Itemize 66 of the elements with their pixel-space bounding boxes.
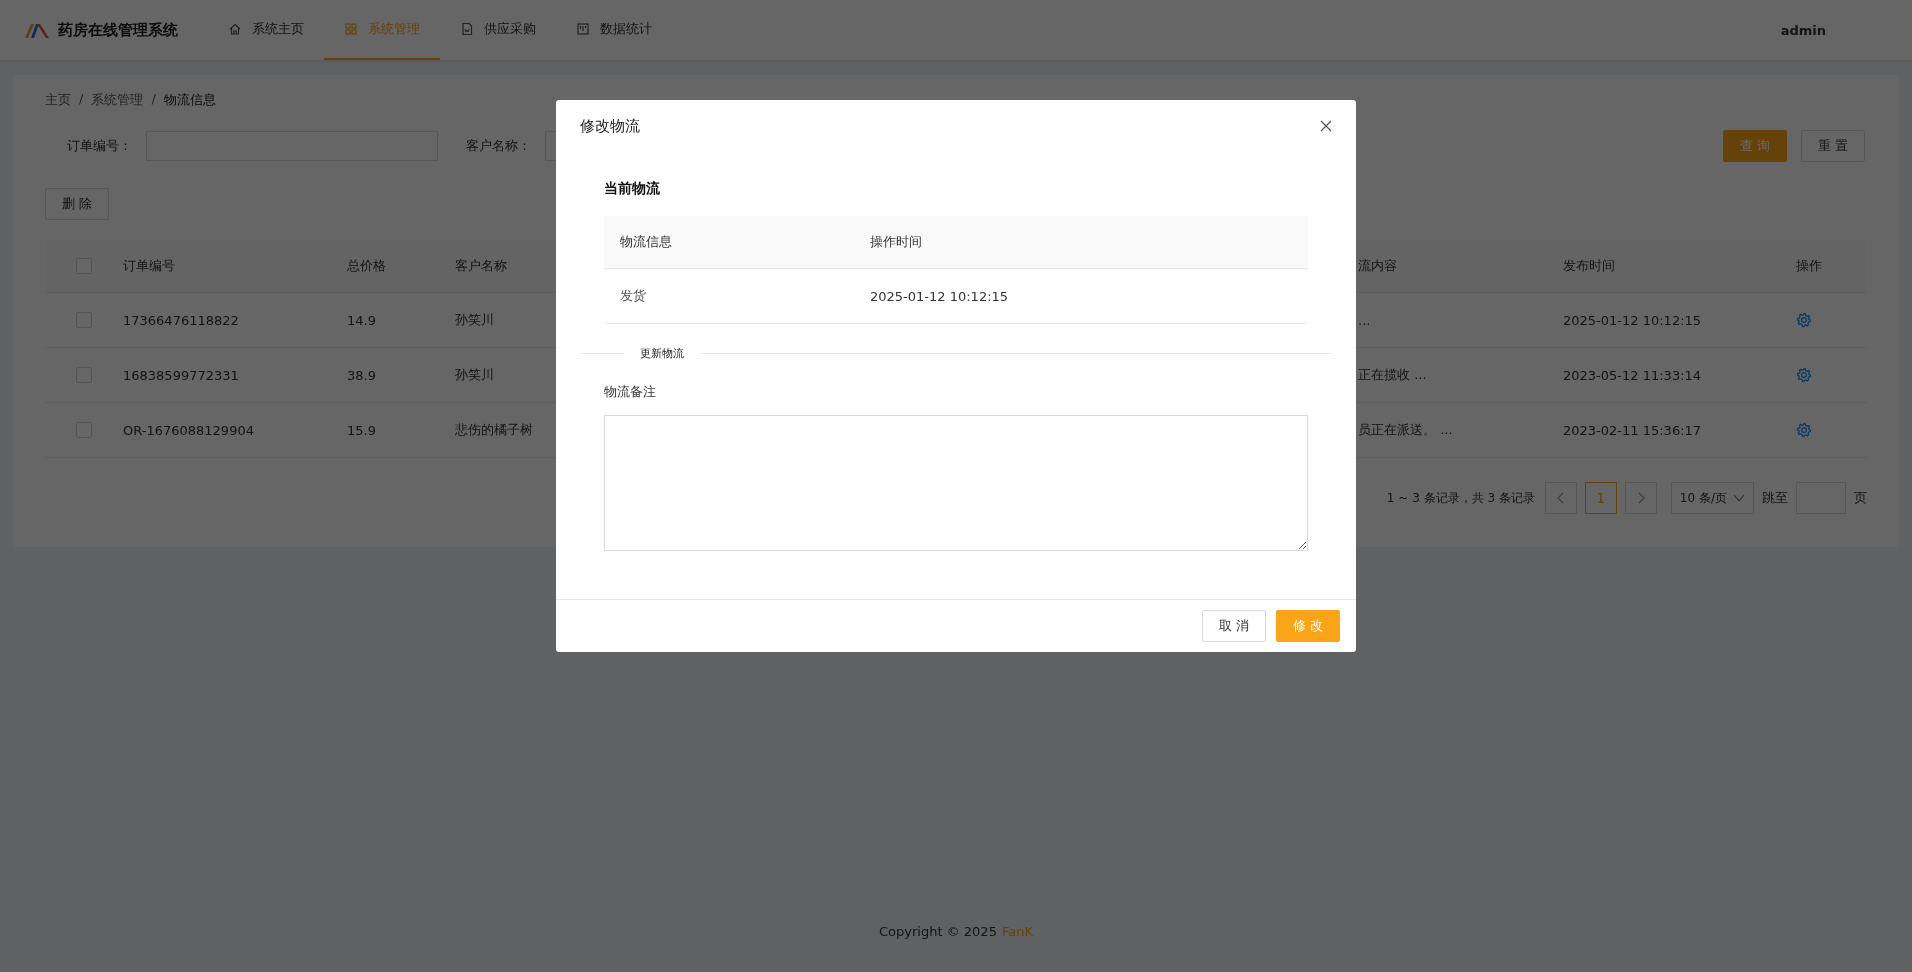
table-cell: 正在揽收 ... — [1358, 367, 1427, 382]
table-cell: 17366476118822 — [123, 312, 239, 328]
nav-tab[interactable]: 系统主页 — [208, 0, 324, 60]
column-header: 物流信息 — [620, 234, 672, 249]
breadcrumb-item[interactable]: 系统管理 — [91, 91, 144, 115]
table-cell: 2023-05-12 11:33:14 — [1563, 367, 1702, 383]
settings-icon — [1796, 422, 1812, 438]
confirm-button[interactable]: 修 改 — [1275, 610, 1340, 642]
cancel-button[interactable]: 取 消 — [1201, 610, 1266, 642]
search-button[interactable]: 查 询 — [1722, 130, 1787, 162]
copyright-text: Copyright © 2025 — [879, 924, 997, 939]
page-size-select[interactable]: 10 条/页 — [1670, 482, 1754, 514]
nav-tab[interactable]: 供应采购 — [440, 0, 556, 60]
section-title: 当前物流 — [604, 180, 661, 198]
document-icon — [460, 22, 474, 36]
next-page-icon — [1624, 482, 1657, 514]
table-cell: 2025-01-12 10:12:15 — [1563, 312, 1702, 328]
table-cell: 发货 — [620, 288, 646, 303]
page-label: 页 — [1854, 489, 1867, 507]
table-cell: 38.9 — [347, 367, 376, 383]
table-cell: 悲伤的橘子树 — [455, 422, 533, 437]
breadcrumb-separator: / — [79, 91, 84, 108]
column-header: 发布时间 — [1563, 258, 1615, 273]
record-summary: 1 ~ 3 条记录，共 3 条记录 — [1386, 489, 1535, 507]
column-header: 总价格 — [347, 258, 386, 273]
column-header: 客户名称 — [455, 258, 507, 273]
column-header: 订单编号 — [123, 258, 175, 273]
divider-label: 更新物流 — [640, 346, 684, 361]
goto-label: 跳至 — [1762, 489, 1788, 507]
table-cell: 16838599772331 — [123, 367, 239, 383]
breadcrumb-item[interactable]: 主页 — [45, 91, 71, 115]
nav-tab[interactable]: 数据统计 — [556, 0, 672, 60]
field-label: 物流备注 — [604, 383, 657, 401]
table-cell: 员正在派送。 ... — [1358, 422, 1453, 437]
reset-button[interactable]: 重 置 — [1800, 130, 1865, 162]
delete-button[interactable]: 删 除 — [45, 188, 110, 220]
table-cell: 14.9 — [347, 312, 376, 328]
dialog-title: 修改物流 — [580, 116, 640, 136]
page-size-value: 10 条/页 — [1679, 489, 1727, 507]
table-cell: 15.9 — [347, 422, 376, 438]
chevron-down-icon — [1733, 494, 1745, 502]
table-cell: 2023-02-11 15:36:17 — [1563, 422, 1702, 438]
grid-icon — [344, 22, 358, 36]
breadcrumb-item: 物流信息 — [163, 91, 216, 109]
settings-icon — [1796, 367, 1812, 383]
close-icon — [1320, 120, 1332, 132]
table-cell: 孙笑川 — [455, 367, 494, 382]
table-cell: OR-1676088129904 — [123, 422, 254, 438]
table-cell: 孙笑川 — [455, 312, 494, 327]
column-header: 流内容 — [1358, 258, 1397, 273]
home-icon — [228, 22, 242, 36]
board-icon — [576, 22, 590, 36]
column-header: 操作时间 — [870, 234, 922, 249]
logo-icon — [24, 21, 50, 39]
nav-tab[interactable]: 系统管理 — [324, 0, 440, 60]
app-title: 药房在线管理系统 — [58, 20, 178, 40]
field-label: 客户名称： — [466, 137, 531, 155]
field-label: 订单编号： — [67, 137, 132, 155]
remark-field[interactable] — [604, 415, 1308, 551]
column-header: 操作 — [1796, 258, 1822, 273]
table-cell: 2025-01-12 10:12:15 — [870, 288, 1009, 304]
table-cell: ... — [1358, 312, 1371, 328]
settings-icon — [1796, 312, 1812, 328]
user-name[interactable]: admin — [1780, 22, 1826, 38]
breadcrumb-separator: / — [151, 91, 156, 108]
previous-page-icon — [1544, 482, 1577, 514]
